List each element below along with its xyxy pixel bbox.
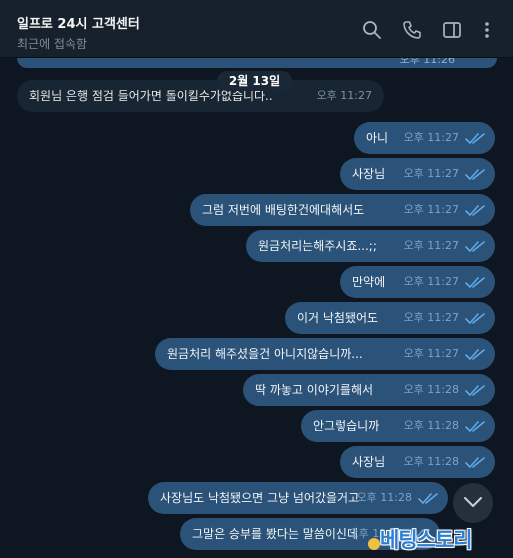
search-icon[interactable]	[362, 20, 382, 40]
read-checkmark-icon	[418, 493, 438, 505]
incoming-message[interactable]: 회원님 은행 점검 들어가면 돌이킬수가없습니다.. 오후 11:27	[17, 80, 384, 112]
outgoing-message[interactable]: 사장님 오후 11:27	[340, 158, 495, 190]
chat-status: 최근에 접속함	[17, 37, 88, 51]
message-text: 딱 까놓고 이야기를해서	[255, 383, 374, 397]
message-text: 원금처리 해주셨을건 아니지않습니까...	[167, 347, 363, 361]
message-list[interactable]: 오후 11:26 2월 13일 회원님 은행 점검 들어가면 돌이킬수가없습니다…	[0, 58, 513, 558]
partial-message: 오후 11:26	[17, 58, 497, 68]
read-checkmark-icon	[465, 349, 485, 361]
watermark-logo-icon	[368, 538, 380, 550]
date-divider: 2월 13일	[217, 71, 292, 91]
chat-header: 일프로 24시 고객센터 최근에 접속함	[0, 0, 513, 58]
message-text: 사장님	[352, 455, 386, 469]
message-text: 그말은 승부를 봤다는 말씀이신데	[192, 527, 359, 541]
chevron-down-icon	[464, 497, 482, 507]
read-checkmark-icon	[465, 421, 485, 433]
outgoing-message[interactable]: 딱 까놓고 이야기를해서 오후 11:28	[243, 374, 495, 406]
watermark-text: 베팅스토리	[380, 528, 473, 552]
read-checkmark-icon	[465, 205, 485, 217]
outgoing-message[interactable]: 안그렇습니까 오후 11:28	[301, 410, 495, 442]
message-text: 회원님 은행 점검 들어가면 돌이킬수가없습니다..	[29, 89, 273, 103]
message-time: 오후 11:28	[403, 455, 459, 468]
message-time: 오후 11:27	[403, 167, 459, 180]
read-checkmark-icon	[465, 241, 485, 253]
message-time: 오후 11:27	[316, 89, 372, 102]
outgoing-message[interactable]: 원금처리는해주시죠...;; 오후 11:27	[246, 230, 495, 262]
sidebar-icon[interactable]	[442, 20, 462, 40]
read-checkmark-icon	[465, 277, 485, 289]
message-text: 만약에	[352, 275, 386, 289]
phone-icon[interactable]	[402, 20, 422, 40]
outgoing-message[interactable]: 만약에 오후 11:27	[340, 266, 495, 298]
read-checkmark-icon	[465, 169, 485, 181]
more-icon[interactable]	[477, 20, 497, 40]
message-time: 오후 11:27	[403, 239, 459, 252]
read-checkmark-icon	[465, 133, 485, 145]
message-time: 오후 11:27	[403, 311, 459, 324]
message-time: 오후 11:27	[403, 347, 459, 360]
outgoing-message[interactable]: 그럼 저번에 배팅한건에대해서도 오후 11:27	[190, 194, 495, 226]
message-text: 안그렇습니까	[313, 419, 380, 433]
message-text: 사장님도 낙첨됐으면 그냥 넘어갔을거고	[160, 491, 360, 505]
message-time: 오후 11:28	[403, 383, 459, 396]
message-text: 그럼 저번에 배팅한건에대해서도	[202, 203, 365, 217]
read-checkmark-icon	[465, 457, 485, 469]
outgoing-message[interactable]: 원금처리 해주셨을건 아니지않습니까... 오후 11:27	[155, 338, 495, 370]
chat-title[interactable]: 일프로 24시 고객센터	[17, 13, 140, 32]
scroll-down-button[interactable]	[453, 483, 493, 523]
outgoing-message[interactable]: 아니 오후 11:27	[354, 122, 495, 154]
outgoing-message[interactable]: 사장님 오후 11:28	[340, 446, 495, 478]
watermark: 베팅스토리	[368, 524, 508, 556]
message-text: 이거 낙첨됐어도	[297, 311, 379, 325]
message-time: 오후 11:27	[403, 275, 459, 288]
message-time: 오후 11:28	[403, 419, 459, 432]
message-time: 오후 11:27	[403, 131, 459, 144]
outgoing-message[interactable]: 사장님도 낙첨됐으면 그냥 넘어갔을거고 오후 11:28	[148, 482, 448, 514]
message-text: 원금처리는해주시죠...;;	[258, 239, 377, 253]
outgoing-message[interactable]: 이거 낙첨됐어도 오후 11:27	[285, 302, 495, 334]
partial-message-time: 오후 11:26	[399, 58, 455, 66]
read-checkmark-icon	[465, 313, 485, 325]
message-time: 오후 11:28	[356, 491, 412, 504]
message-time: 오후 11:27	[403, 203, 459, 216]
message-text: 아니	[366, 131, 389, 145]
read-checkmark-icon	[465, 385, 485, 397]
message-text: 사장님	[352, 167, 386, 181]
